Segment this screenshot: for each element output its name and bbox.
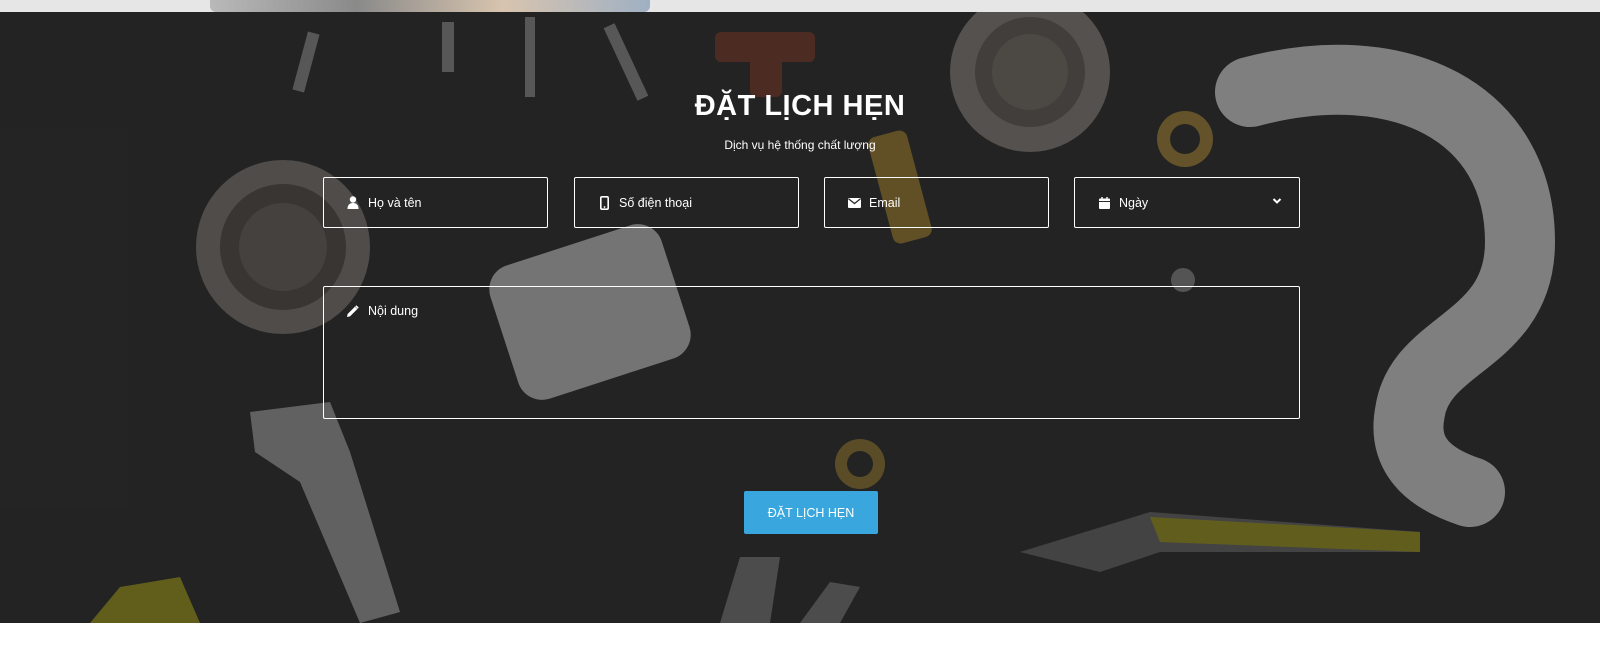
phone-placeholder: Số điện thoại bbox=[619, 195, 692, 210]
phone-field[interactable]: Số điện thoại bbox=[574, 177, 799, 228]
date-select[interactable]: Ngày bbox=[1074, 177, 1300, 228]
section-title: ĐẶT LỊCH HẸN bbox=[694, 90, 906, 122]
content-textarea[interactable]: Nội dung bbox=[323, 286, 1300, 419]
envelope-icon bbox=[847, 196, 861, 210]
name-field[interactable]: Họ và tên bbox=[323, 177, 548, 228]
decorative-tool-strip bbox=[210, 0, 650, 12]
chevron-down-icon[interactable] bbox=[1271, 195, 1283, 207]
top-image-strip bbox=[0, 0, 1600, 12]
email-field[interactable]: Email bbox=[824, 177, 1049, 228]
content-placeholder: Nội dung bbox=[368, 304, 419, 318]
section-subtitle: Dịch vụ hệ thống chất lượng bbox=[724, 138, 876, 152]
submit-appointment-button[interactable]: ĐẶT LỊCH HẸN bbox=[744, 491, 878, 534]
pencil-icon bbox=[346, 305, 360, 319]
mobile-phone-icon bbox=[597, 195, 611, 210]
user-icon bbox=[346, 196, 360, 210]
name-placeholder: Họ và tên bbox=[368, 195, 422, 210]
appointment-section: ĐẶT LỊCH HẸN Dịch vụ hệ thống chất lượng… bbox=[0, 12, 1600, 623]
email-placeholder: Email bbox=[869, 195, 901, 210]
page-bottom-area bbox=[0, 623, 1600, 666]
calendar-icon bbox=[1097, 196, 1111, 210]
date-placeholder: Ngày bbox=[1119, 195, 1149, 210]
